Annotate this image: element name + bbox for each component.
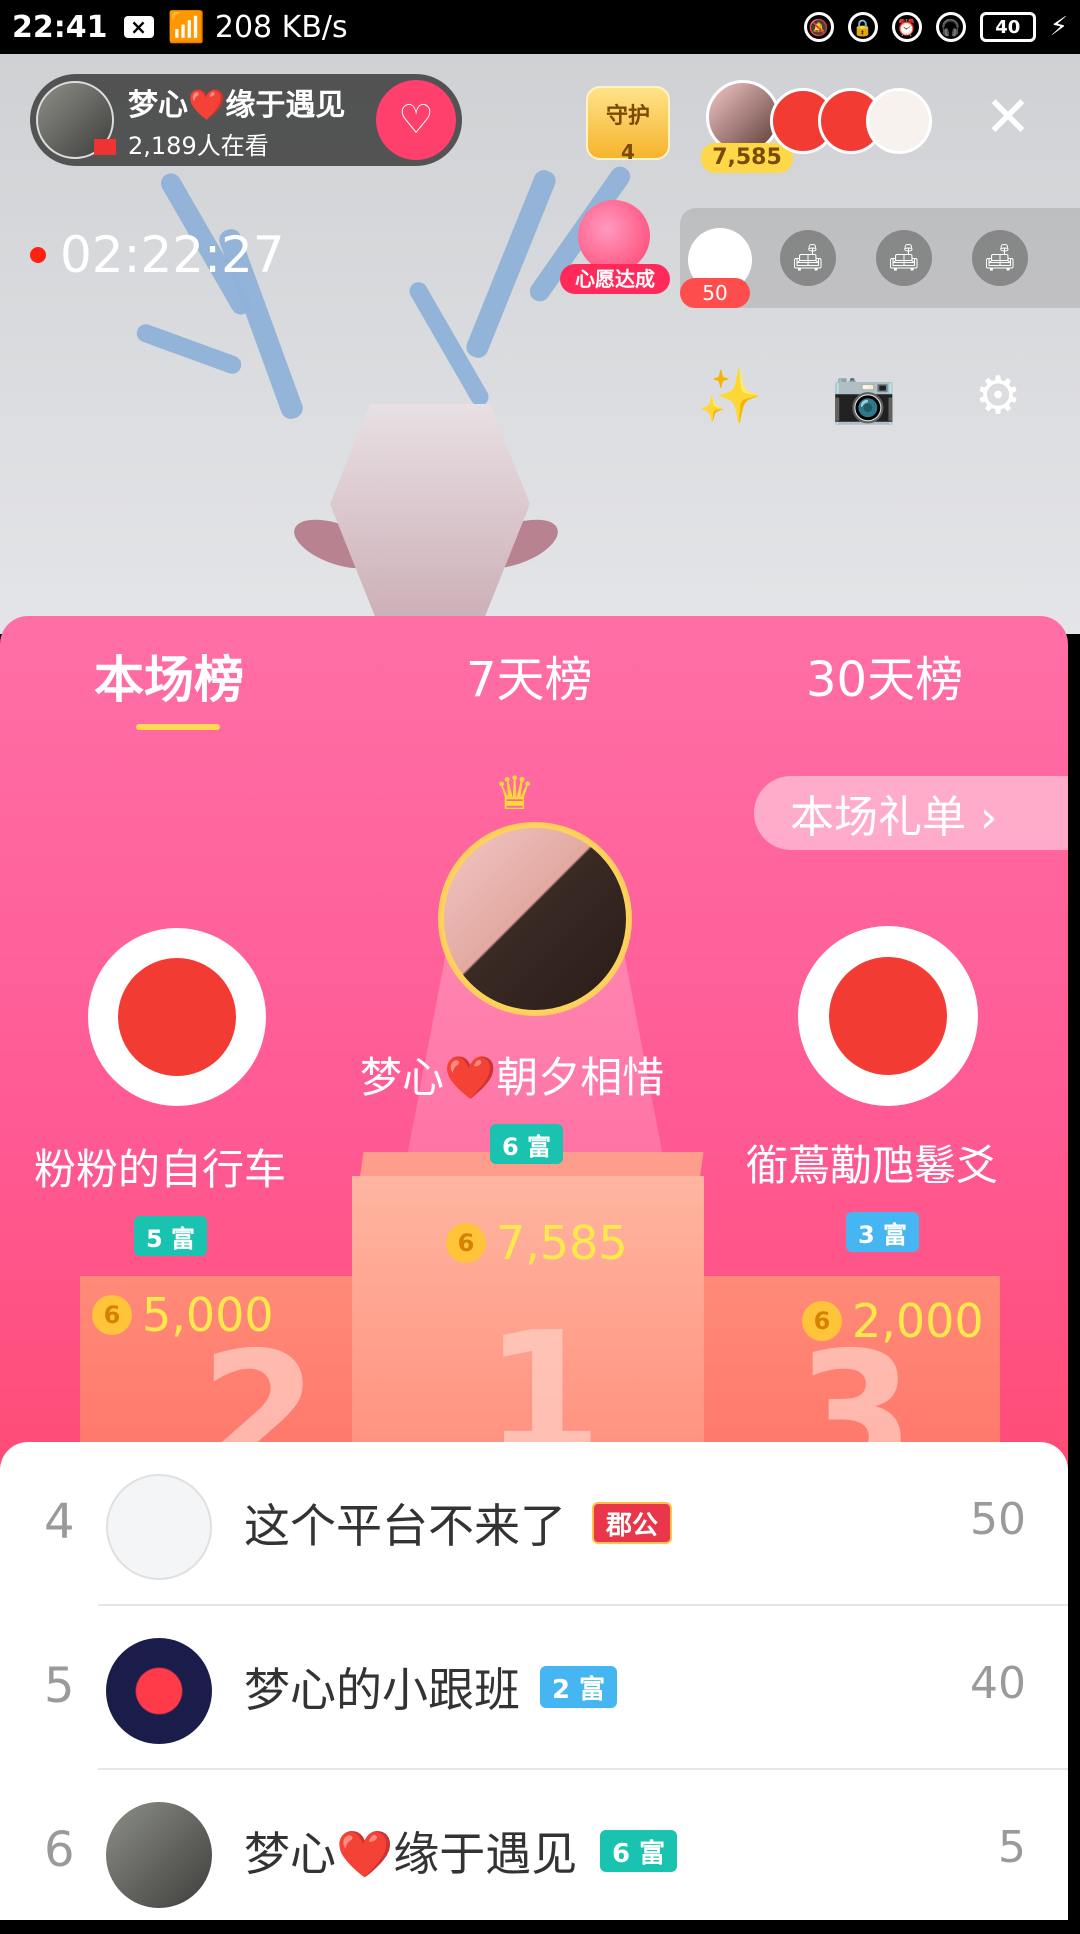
crown-icon: ♛ xyxy=(494,766,536,820)
list-score: 50 xyxy=(970,1494,1026,1545)
battery-icon: 40 xyxy=(979,12,1036,42)
seat-bar: 50 🛋 🛋 🛋 xyxy=(680,208,1080,308)
deer-antler xyxy=(134,321,244,377)
viewer-avatar-certificate[interactable] xyxy=(866,88,932,154)
rank-3-score-value: 2,000 xyxy=(852,1294,984,1348)
status-bar: 22:41 × 📶 208 KB/s 🔕 🔒 ⏰ 🎧 40 ⚡ xyxy=(0,0,1080,54)
sofa-seat-icon[interactable]: 🛋 xyxy=(780,230,836,286)
list-rank: 4 xyxy=(44,1494,75,1550)
heart-avatar[interactable] xyxy=(106,1638,212,1744)
rich-badge: 6 富 xyxy=(600,1830,678,1872)
rank-3-name: 衜蔦勱虺鬈爻 xyxy=(746,1141,999,1190)
notification-x-icon: × xyxy=(123,16,154,38)
list-name: 这个平台不来了 xyxy=(244,1499,566,1553)
certificate-avatar[interactable] xyxy=(106,1474,212,1580)
rank-list: 4 这个平台不来了 郡公 50 5 梦心的小跟班 2 富 40 6 梦心❤️缘于… xyxy=(0,1442,1068,1920)
viewer-count: 2,189人在看 xyxy=(128,131,269,160)
coin-icon: 6 xyxy=(92,1295,132,1335)
guard-label: 守护 xyxy=(605,104,650,129)
wish-label: 心愿达成 xyxy=(560,264,670,294)
deer-head xyxy=(330,404,530,634)
status-time: 22:41 xyxy=(12,9,108,45)
host-avatar[interactable] xyxy=(36,81,116,159)
alarm-icon: ⏰ xyxy=(891,12,922,42)
gift-list-button[interactable]: 本场礼单 › xyxy=(754,776,1068,850)
smiley-icon xyxy=(118,958,236,1076)
rank-2-name: 粉粉的自行车 xyxy=(34,1145,287,1194)
rank-1-score-value: 7,585 xyxy=(496,1216,628,1270)
switch-camera-icon[interactable]: 📷 xyxy=(828,360,900,432)
list-score: 40 xyxy=(970,1658,1026,1709)
rank-1-score: 6 7,585 xyxy=(446,1216,628,1270)
coin-icon: 6 xyxy=(446,1223,486,1263)
list-item[interactable]: 5 梦心的小跟班 2 富 40 xyxy=(0,1606,1068,1770)
net-speed: 208 KB/s xyxy=(214,9,348,45)
list-score: 5 xyxy=(998,1822,1026,1873)
list-name: 梦心的小跟班 xyxy=(244,1663,520,1717)
tab-underline xyxy=(136,724,220,730)
close-icon[interactable]: ✕ xyxy=(980,90,1036,146)
fan-count: 50 xyxy=(680,278,750,308)
lock-rotation-icon: 🔒 xyxy=(847,12,878,42)
rank-3-avatar[interactable] xyxy=(798,926,978,1106)
rank-1-name: 梦心❤️朝夕相惜 xyxy=(360,1053,665,1102)
coin-icon: 6 xyxy=(802,1301,842,1341)
rich-badge: 2 富 xyxy=(540,1666,618,1708)
rank-2-avatar[interactable] xyxy=(88,928,266,1106)
rank-2-badge: 5 富 xyxy=(134,1216,208,1256)
list-item[interactable]: 4 这个平台不来了 郡公 50 xyxy=(0,1442,1068,1606)
tab-this-session[interactable]: 本场榜 xyxy=(94,640,244,712)
tab-7-days[interactable]: 7天榜 xyxy=(466,640,593,710)
live-timer: 02:22:27 xyxy=(30,226,285,284)
recording-dot-icon xyxy=(30,247,46,263)
charging-icon: ⚡ xyxy=(1049,12,1068,42)
magic-wand-icon[interactable]: ✨ xyxy=(694,360,766,432)
flag-icon xyxy=(94,139,116,155)
host-avatar-small[interactable] xyxy=(106,1802,212,1908)
tab-30-days[interactable]: 30天榜 xyxy=(806,640,963,710)
title-badge: 郡公 xyxy=(592,1502,673,1544)
top-viewer-contribution: 7,585 xyxy=(701,143,793,173)
settings-gear-icon[interactable]: ⚙ xyxy=(962,360,1034,432)
list-name: 梦心❤️缘于遇见 xyxy=(244,1827,578,1881)
sofa-seat-icon[interactable]: 🛋 xyxy=(972,230,1028,286)
mute-bell-icon: 🔕 xyxy=(803,12,834,42)
list-item[interactable]: 6 梦心❤️缘于遇见 6 富 5 xyxy=(0,1770,1068,1934)
rank-1-avatar[interactable] xyxy=(438,822,632,1016)
guard-badge[interactable]: 守护 4 xyxy=(580,78,676,164)
headphones-icon: 🎧 xyxy=(935,12,966,42)
leaderboard-tabs: 本场榜 7天榜 30天榜 xyxy=(0,616,1068,736)
rank-2-score-value: 5,000 xyxy=(142,1288,274,1342)
rank-3-score: 6 2,000 xyxy=(802,1294,984,1348)
wifi-icon: 📶 xyxy=(167,9,205,45)
follow-heart-button[interactable]: ♡ xyxy=(376,80,456,160)
deer-antler xyxy=(463,167,559,361)
live-duration: 02:22:27 xyxy=(60,226,285,284)
host-name: 梦心❤️缘于遇见 xyxy=(128,87,346,123)
top-viewers[interactable]: 7,585 xyxy=(701,80,946,173)
rank-1-badge: 6 富 xyxy=(490,1124,564,1164)
host-info-pill[interactable]: 梦心❤️缘于遇见 2,189人在看 ♡ xyxy=(30,74,462,166)
rank-2-score: 6 5,000 xyxy=(92,1288,274,1342)
list-rank: 6 xyxy=(44,1822,75,1878)
status-icons: 🔕 🔒 ⏰ 🎧 40 ⚡ xyxy=(803,0,1068,54)
sofa-seat-icon[interactable]: 🛋 xyxy=(876,230,932,286)
rank-3-badge: 3 富 xyxy=(846,1212,920,1252)
list-rank: 5 xyxy=(44,1658,75,1714)
top-viewer-avatar[interactable]: 7,585 xyxy=(701,80,793,173)
heart-icon xyxy=(578,200,650,272)
guard-count: 4 xyxy=(621,140,635,164)
smiley-icon xyxy=(829,957,947,1075)
wish-widget[interactable]: 心愿达成 xyxy=(560,200,670,300)
